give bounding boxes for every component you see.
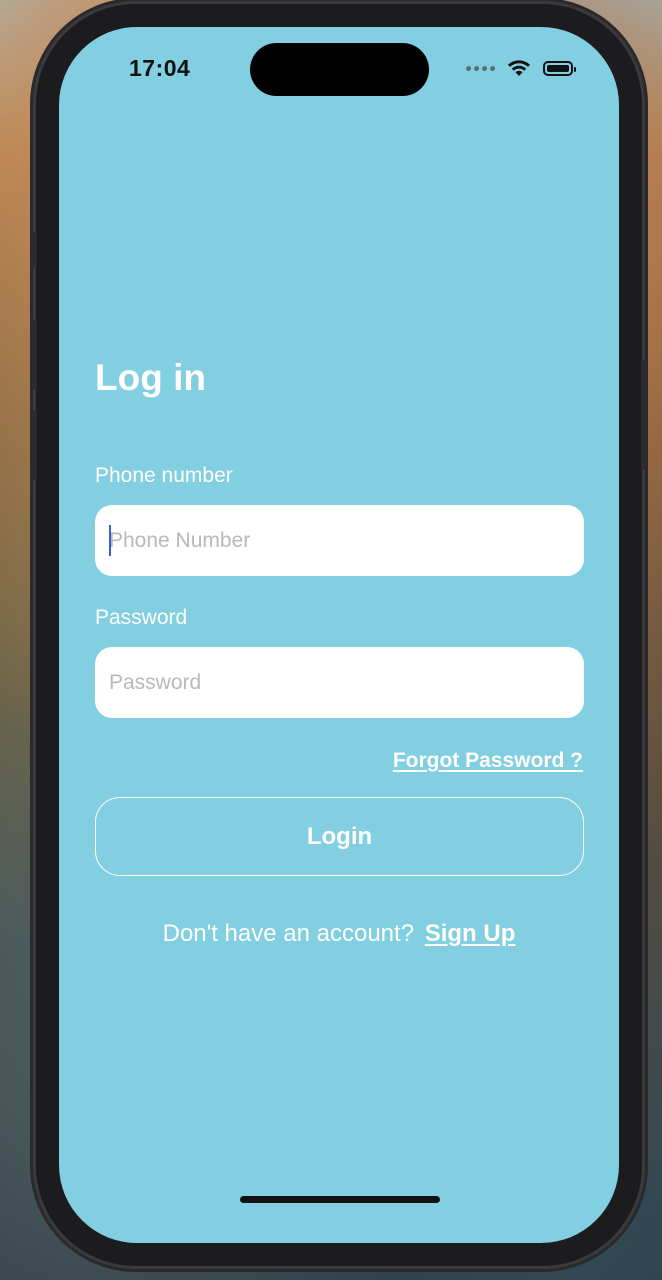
action-button [32,232,37,268]
power-button [641,360,646,470]
volume-down-button [32,410,37,480]
phone-number-field[interactable] [95,505,584,576]
signup-prompt: Don't have an account? Sign Up [59,920,619,948]
dynamic-island [250,43,429,96]
home-indicator[interactable] [240,1196,440,1203]
password-input[interactable] [109,670,570,695]
phone-number-label: Phone number [95,464,233,487]
phone-number-input[interactable] [109,528,570,553]
text-cursor [109,525,111,556]
page-title: Log in [95,357,206,398]
sign-up-link[interactable]: Sign Up [425,920,516,947]
password-label: Password [95,606,188,629]
status-indicators [466,59,576,77]
login-button[interactable]: Login [95,797,584,876]
app-screen: 17:04 Log in Phone number Password Forgo… [59,27,619,1243]
forgot-password-link[interactable]: Forgot Password ? [393,749,583,773]
password-field[interactable] [95,647,584,718]
wifi-icon [508,60,530,76]
battery-icon [543,60,576,76]
no-account-text: Don't have an account? [162,920,415,947]
status-time: 17:04 [129,55,191,81]
volume-up-button [32,320,37,390]
cellular-signal-icon [466,65,495,71]
